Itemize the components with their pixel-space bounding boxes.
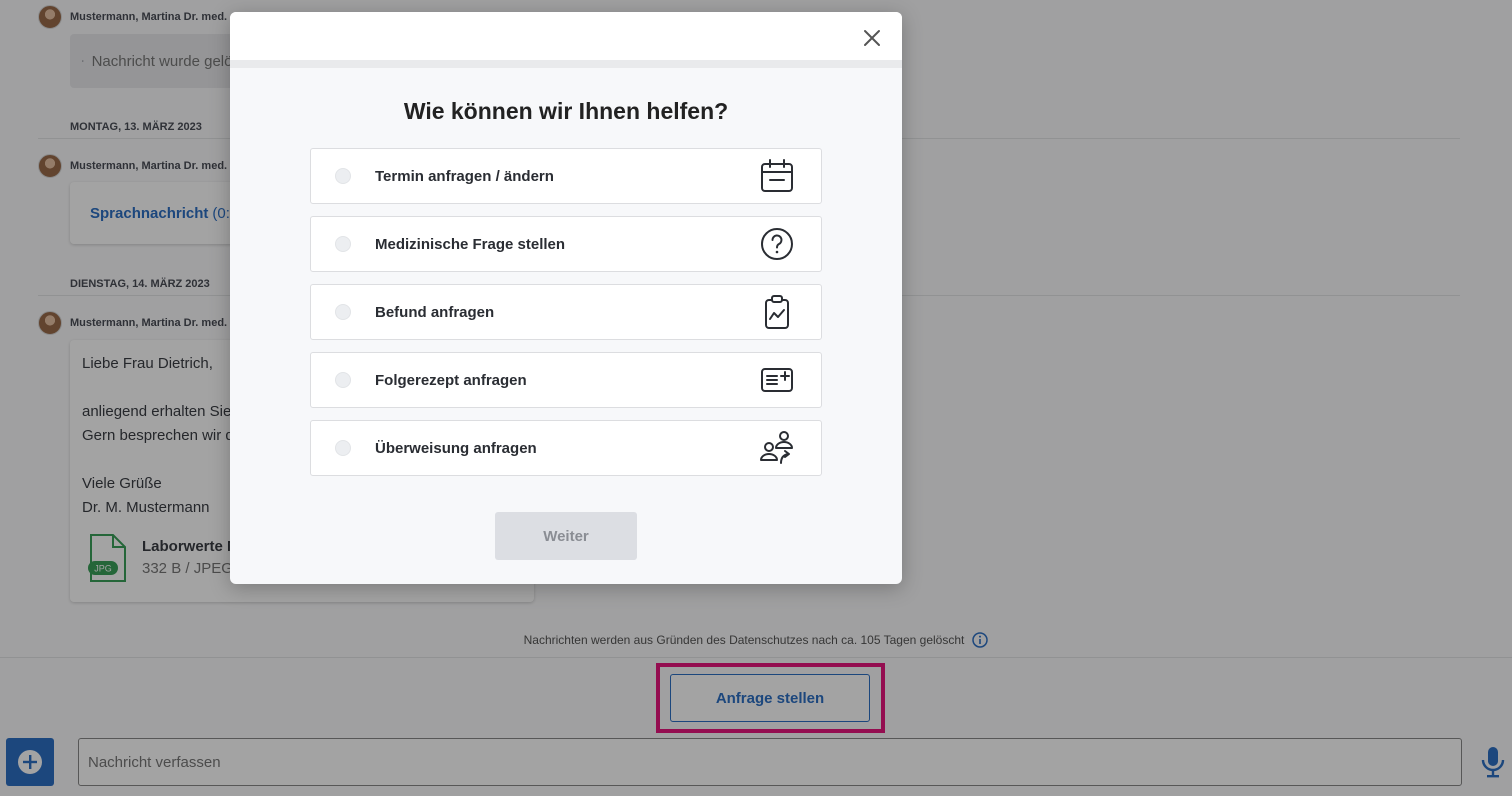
next-button[interactable]: Weiter bbox=[495, 512, 637, 560]
dialog-header bbox=[230, 12, 902, 68]
close-icon bbox=[864, 30, 880, 46]
option-list: Termin anfragen / ändern Medizinische Fr… bbox=[310, 148, 822, 488]
radio-button[interactable] bbox=[335, 168, 351, 184]
dialog-title: Wie können wir Ihnen helfen? bbox=[403, 98, 729, 124]
option-label: Überweisung anfragen bbox=[375, 439, 537, 457]
option-label: Medizinische Frage stellen bbox=[375, 235, 566, 253]
calendar-icon bbox=[761, 159, 793, 192]
question-circle-icon bbox=[761, 228, 793, 260]
option-label: Folgerezept anfragen bbox=[375, 371, 527, 389]
clipboard-chart-icon bbox=[765, 295, 789, 329]
radio-button[interactable] bbox=[335, 236, 351, 252]
referral-icon bbox=[760, 431, 793, 464]
option-appointment[interactable]: Termin anfragen / ändern bbox=[310, 148, 822, 204]
option-referral[interactable]: Überweisung anfragen bbox=[310, 420, 822, 476]
request-type-dialog: Wie können wir Ihnen helfen? Termin anfr… bbox=[230, 12, 902, 584]
radio-button[interactable] bbox=[335, 440, 351, 456]
close-button[interactable] bbox=[860, 26, 884, 50]
prescription-icon bbox=[761, 368, 793, 392]
option-label: Termin anfragen / ändern bbox=[375, 167, 554, 185]
option-label: Befund anfragen bbox=[375, 303, 495, 321]
option-findings[interactable]: Befund anfragen bbox=[310, 284, 822, 340]
radio-button[interactable] bbox=[335, 372, 351, 388]
option-medical-question[interactable]: Medizinische Frage stellen bbox=[310, 216, 822, 272]
radio-button[interactable] bbox=[335, 304, 351, 320]
option-prescription[interactable]: Folgerezept anfragen bbox=[310, 352, 822, 408]
